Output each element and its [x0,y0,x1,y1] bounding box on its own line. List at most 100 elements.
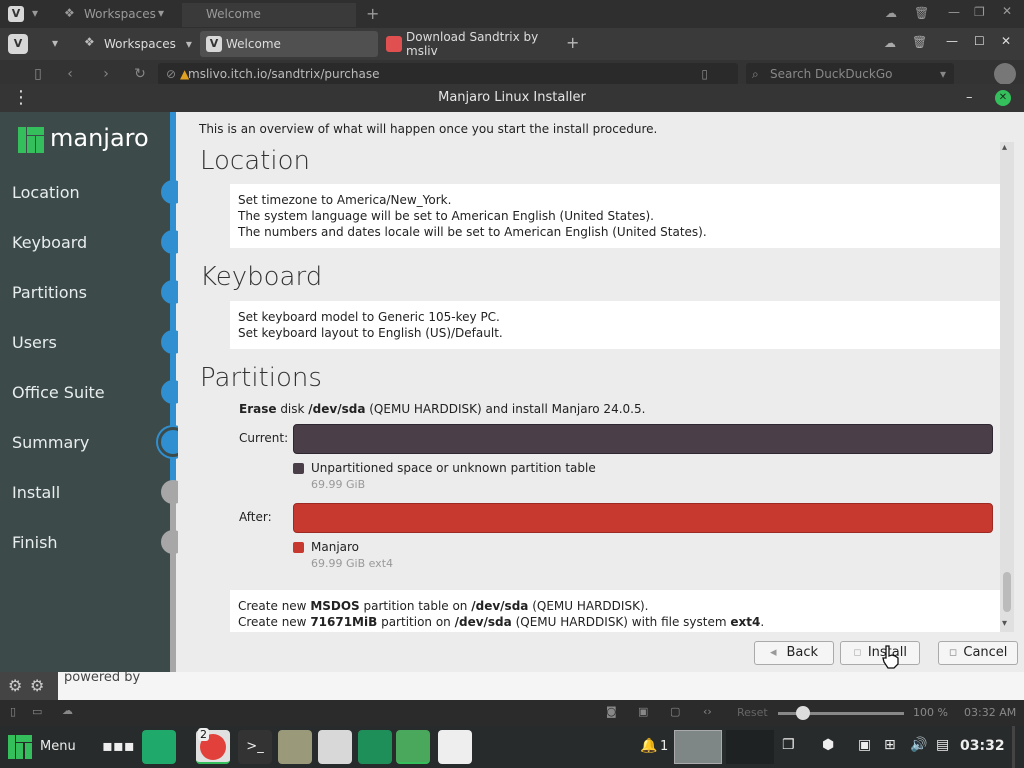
blocker-icon: ⊘ [166,67,177,81]
minimize-icon[interactable]: – [966,84,973,112]
code-icon[interactable]: ‹› [703,705,712,718]
scroll-thumb[interactable] [1003,572,1011,612]
text-fragment: . [760,615,765,629]
settings-icon[interactable]: ⚙ [8,676,22,695]
location-line: The numbers and dates locale will be set… [238,225,707,239]
ghost-tab-welcome: Welcome [206,7,261,21]
trash-icon[interactable]: 🗑 [912,35,927,49]
manjaro-logo-icon [8,735,32,759]
page-actions-icon[interactable]: ▢ [670,705,680,718]
notifications-icon[interactable]: ▤ [936,737,949,753]
cancel-button[interactable]: ▫ Cancel [938,641,1018,665]
chevron-down-icon: ▾ [32,6,39,20]
section-heading-partitions: Partitions [200,363,322,393]
current-legend-label: Unpartitioned space or unknown partition… [311,461,596,475]
manjaro-app-icon[interactable] [358,730,392,764]
workspace-2-preview[interactable] [726,730,774,764]
app-grid-icon[interactable]: ▪▪▪ [102,736,135,755]
camera-icon[interactable]: ◙ [606,705,617,718]
window-switch-icon[interactable]: ❐ [782,737,795,753]
section-heading-keyboard: Keyboard [200,262,323,292]
close-icon[interactable]: ✕ [995,90,1011,106]
clipboard-app-icon[interactable] [318,730,352,764]
location-summary-box: Set timezone to America/New_York. The sy… [230,184,1000,248]
text-editor-app-icon[interactable] [438,730,472,764]
panel-toggle-icon[interactable]: ▯ [30,66,46,82]
minimize-icon[interactable]: — [946,34,958,48]
cloud-icon[interactable]: ☁ [884,36,896,50]
content-scrollbar[interactable]: ▴ ▾ [1000,142,1014,632]
powered-by-text: powered by [64,670,141,685]
scroll-down-icon[interactable]: ▾ [1002,618,1007,629]
chevron-down-icon: ▾ [939,67,946,81]
chevron-down-icon: ▾ [158,6,165,20]
show-desktop-button[interactable] [1012,726,1015,768]
text-fragment: partition table on [359,599,472,613]
chevron-down-icon[interactable]: ▾ [52,36,58,50]
current-label: Current: [239,431,289,445]
forward-icon[interactable]: › [98,66,114,82]
workspace-1-preview[interactable] [674,730,722,764]
window-count-badge: 2 [198,728,209,741]
gear-icon[interactable]: ⚙ [30,676,44,695]
clipboard-icon[interactable]: ▣ [858,737,871,753]
network-icon[interactable]: ⊞ [884,737,896,753]
installer-title: Manjaro Linux Installer [438,90,586,105]
back-label: Back [786,645,819,660]
terminal-app-icon[interactable]: >_ [238,730,272,764]
text-fragment: /dev/sda [471,599,529,613]
tab-workspaces[interactable]: ❖ Workspaces ▾ [78,31,194,57]
vivaldi-app-icon[interactable]: 2 [196,728,230,764]
close-icon[interactable]: ✕ [1001,34,1011,48]
volume-icon[interactable]: 🔊 [910,737,927,753]
tile-icon[interactable]: ▭ [32,705,42,718]
image-icon[interactable]: ▣ [638,705,648,718]
summary-intro: This is an overview of what will happen … [199,122,658,136]
installer-app-icon[interactable] [396,730,430,764]
tab-welcome[interactable]: V Welcome [200,31,378,57]
text-fragment: Create new [238,599,311,613]
after-partition-bar [293,503,993,533]
back-icon[interactable]: ‹ [62,66,78,82]
vivaldi-menu-icon[interactable]: V [8,34,28,54]
bell-icon[interactable]: 🔔 [640,738,657,754]
keyboard-line: Set keyboard layout to English (US)/Defa… [238,326,503,340]
profile-avatar[interactable] [994,63,1016,85]
tab-sandtrix[interactable]: Download Sandtrix by msliv [380,30,560,58]
install-icon: ▫ [853,645,862,660]
step-summary: Summary [12,433,90,452]
new-tab-icon[interactable]: + [566,33,579,52]
panel-icon[interactable]: ▯ [10,705,16,718]
partition-op: Create new 71671MiB partition on /dev/sd… [238,614,992,630]
cloud-icon[interactable]: ☁ [62,704,73,717]
text-fragment: (QEMU HARDDISK) and install Manjaro 24.0… [365,402,646,416]
files-app-icon[interactable] [142,730,176,764]
url-field[interactable]: ⊘ ▲ mslivo.itch.io/sandtrix/purchase ▯ [158,63,738,85]
keyboard-summary-box: Set keyboard model to Generic 105-key PC… [230,301,1000,349]
update-icon[interactable]: ⬢ [822,737,834,753]
new-tab-icon: + [366,4,380,23]
archive-app-icon[interactable] [278,730,312,764]
current-legend-size: 69.99 GiB [311,478,366,491]
bookmark-icon[interactable]: ▯ [701,63,708,85]
scroll-up-icon[interactable]: ▴ [1002,142,1007,153]
brand-name: manjaro [50,124,149,152]
search-input[interactable]: ⌕ Search DuckDuckGo ▾ [746,63,954,85]
start-menu-button[interactable]: Menu [0,726,84,768]
step-keyboard: Keyboard [12,233,88,252]
status-clock: 03:32 AM [964,706,1017,719]
browser-status-bar: ▯ ▭ ☁ ◙ ▣ ▢ ‹› Reset 100 % 03:32 AM [0,700,1024,726]
workspaces-icon: ❖ [64,6,75,20]
trash-icon: 🗑 [914,6,930,20]
back-button[interactable]: ◂ Back [754,641,834,665]
reload-icon[interactable]: ↻ [132,66,148,82]
zoom-reset-button[interactable]: Reset [737,706,768,719]
after-legend-label: Manjaro [311,540,360,554]
partition-ops-box: Create new MSDOS partition table on /dev… [230,590,1000,632]
zoom-slider-handle[interactable] [796,706,810,720]
text-fragment: partition on [377,615,455,629]
page-behind-strip: ⚙ ⚙ powered by [0,670,1024,700]
itch-favicon-icon [386,36,402,52]
menu-dots-icon[interactable]: ⋮ [12,84,30,112]
maximize-icon[interactable]: ☐ [974,34,985,48]
